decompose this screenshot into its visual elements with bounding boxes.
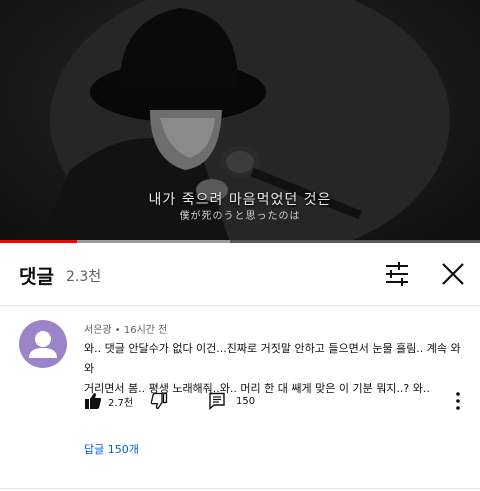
- comment-line-1: 와.. 댓글 안달수가 없다 이건...진짜로 거짓말 안하고 들으면서 눈물 …: [84, 342, 461, 375]
- thumbs-down-icon: [150, 392, 168, 410]
- comment-meta: 서은광 • 16시간 전: [84, 321, 167, 336]
- comment-time: 16시간 전: [123, 325, 168, 336]
- dislike-button[interactable]: [150, 390, 168, 412]
- thumbs-up-icon: [85, 393, 102, 409]
- video-player[interactable]: 내가 죽으려 마음먹었던 것은 僕が死のうと思ったのは: [0, 0, 480, 243]
- close-icon[interactable]: [440, 261, 466, 287]
- meta-separator: •: [114, 325, 124, 336]
- like-button[interactable]: 2.7천: [84, 390, 133, 412]
- reply-count: 150: [236, 395, 256, 407]
- subtitle-japanese: 僕が死のうと思ったのは: [179, 211, 301, 222]
- comment-actions: 2.7천 150: [84, 390, 474, 412]
- avatar[interactable]: [19, 320, 67, 368]
- more-options-icon[interactable]: [448, 390, 468, 412]
- view-replies-link[interactable]: 답글 150개: [84, 441, 139, 457]
- comments-header: 댓글 2.3천: [0, 243, 480, 305]
- comment-author[interactable]: 서은광: [84, 325, 112, 336]
- like-count: 2.7천: [108, 397, 134, 409]
- reply-button[interactable]: 150: [208, 390, 255, 412]
- subtitle-korean: 내가 죽으려 마음먹었던 것은: [148, 192, 332, 208]
- comments-title: 댓글: [19, 266, 54, 288]
- comment-icon: [209, 392, 225, 410]
- header-divider: [0, 305, 480, 306]
- comments-count: 2.3천: [66, 269, 102, 285]
- bottom-divider: [0, 488, 480, 489]
- sort-sliders-icon[interactable]: [384, 261, 410, 287]
